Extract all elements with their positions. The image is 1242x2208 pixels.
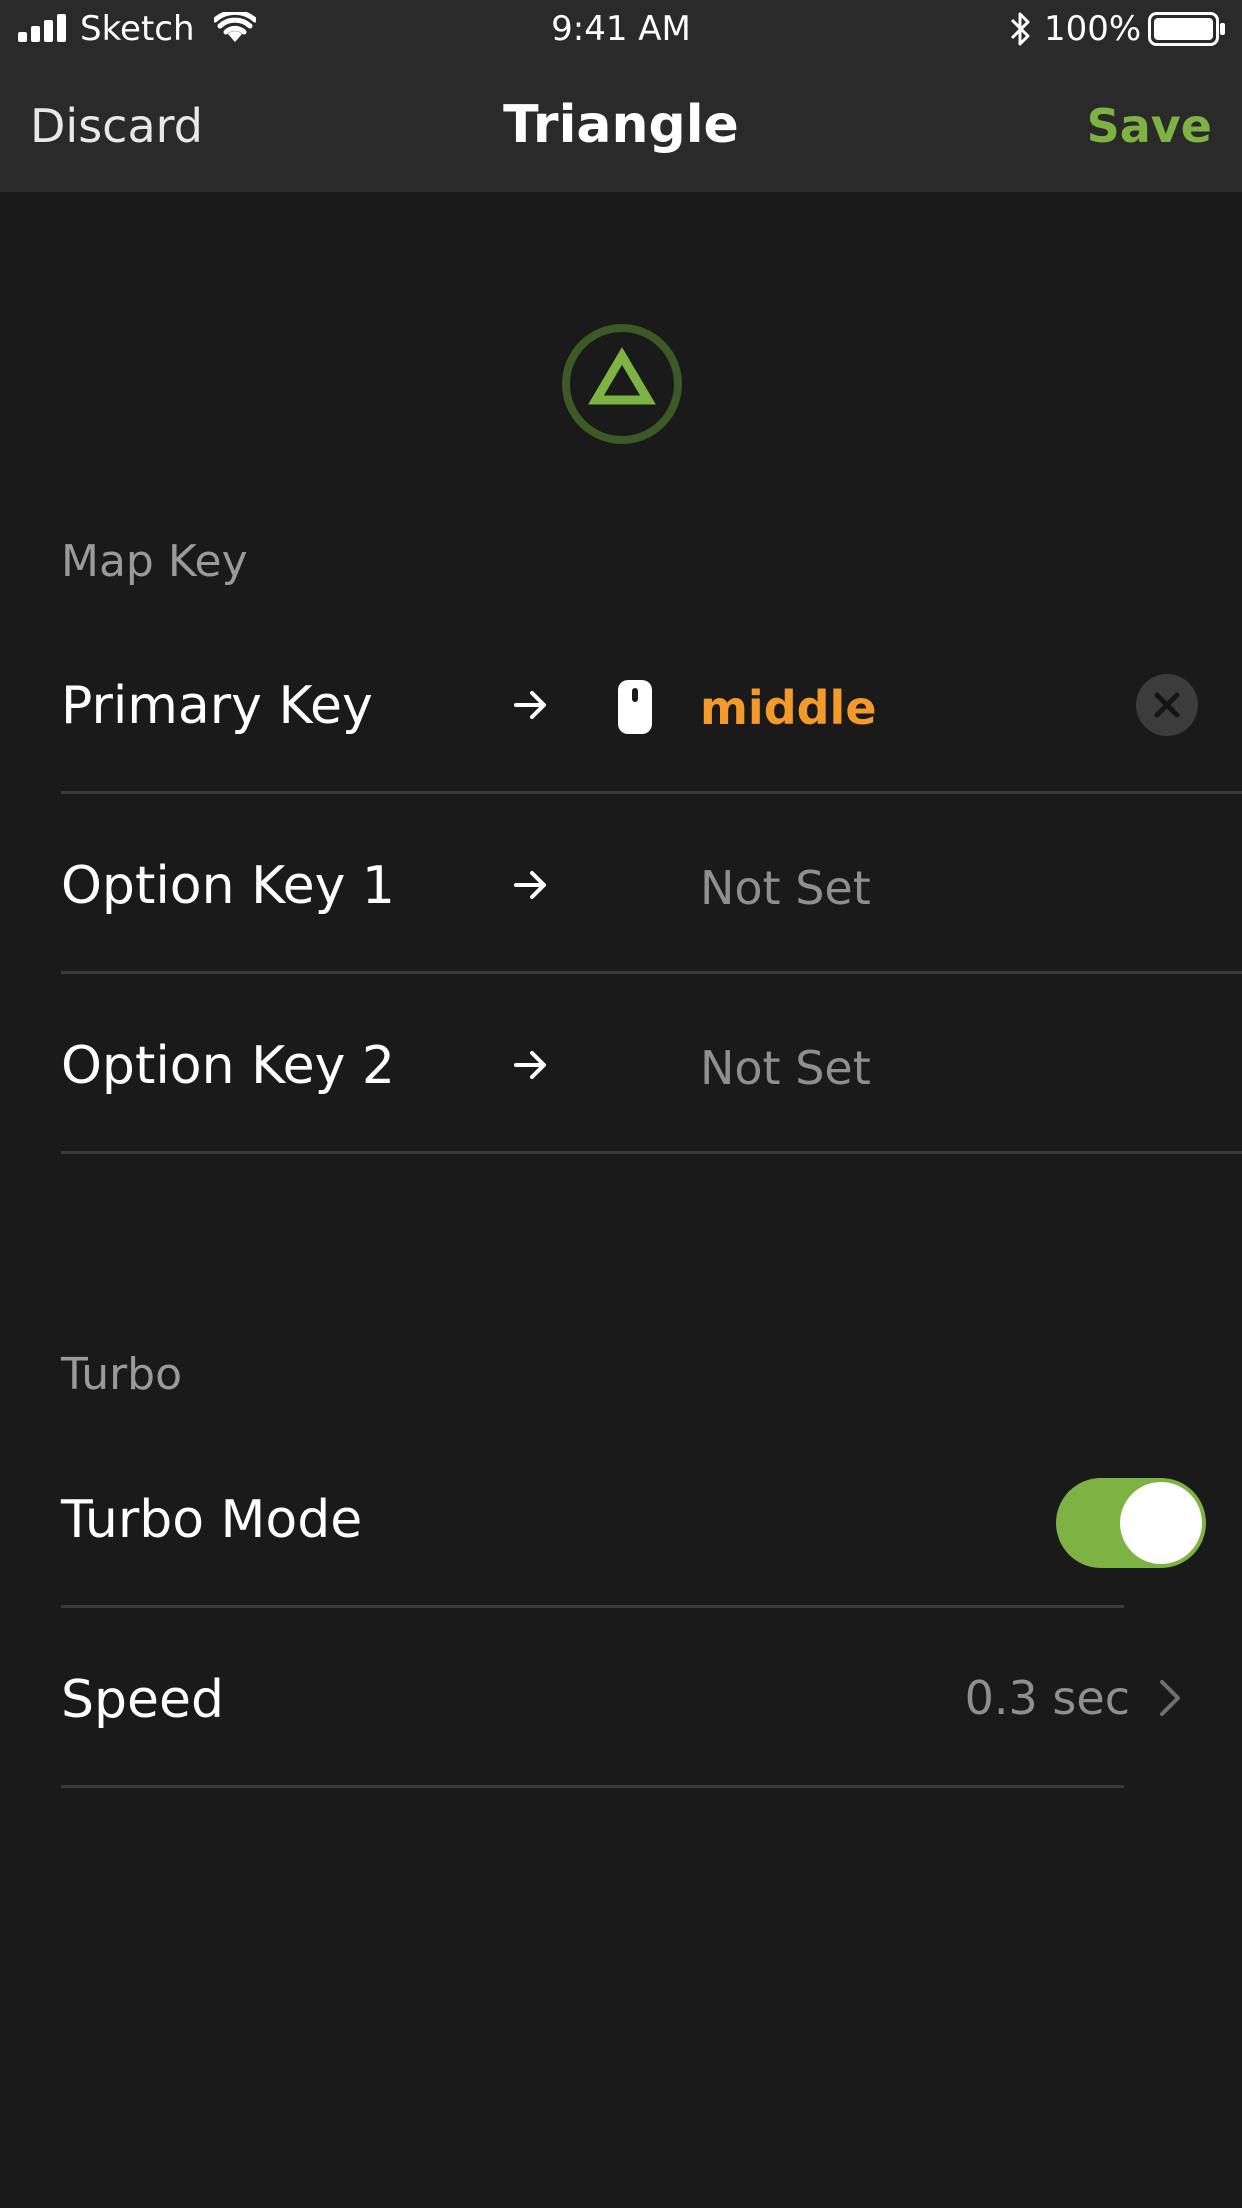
option-key-2-row[interactable]: Option Key 2 Not Set <box>0 974 1242 1154</box>
turbo-mode-label: Turbo Mode <box>61 1490 363 1550</box>
primary-key-label: Primary Key <box>61 676 373 736</box>
arrow-right-icon <box>514 691 546 719</box>
clear-button[interactable] <box>1136 674 1198 736</box>
divider <box>61 1785 1124 1788</box>
turbo-mode-row: Turbo Mode <box>0 1428 1242 1608</box>
primary-key-value: middle <box>700 681 877 735</box>
turbo-header: Turbo <box>61 1349 183 1400</box>
mouse-icon <box>618 680 652 734</box>
speed-value: 0.3 sec <box>964 1671 1130 1725</box>
option-key-1-row[interactable]: Option Key 1 Not Set <box>0 794 1242 974</box>
triangle-button-icon <box>562 324 682 444</box>
divider <box>61 1151 1242 1154</box>
option-key-2-value: Not Set <box>700 1041 871 1095</box>
navigation-bar: Discard Triangle Save <box>0 58 1242 192</box>
page-title: Triangle <box>503 95 739 155</box>
option-key-1-label: Option Key 1 <box>61 856 395 916</box>
option-key-1-value: Not Set <box>700 861 871 915</box>
turbo-mode-toggle[interactable] <box>1056 1478 1206 1568</box>
option-key-2-label: Option Key 2 <box>61 1036 395 1096</box>
arrow-right-icon <box>514 1051 546 1079</box>
bluetooth-icon <box>1010 12 1030 46</box>
arrow-right-icon <box>514 871 546 899</box>
battery-icon <box>1148 12 1225 46</box>
close-icon <box>1154 692 1180 718</box>
speed-row[interactable]: Speed 0.3 sec <box>0 1608 1242 1788</box>
toggle-knob <box>1120 1482 1202 1564</box>
status-bar: Sketch 9:41 AM 100% <box>0 0 1242 58</box>
speed-label: Speed <box>61 1670 225 1730</box>
battery-percent: 100% <box>1044 9 1142 49</box>
save-button[interactable]: Save <box>1087 98 1212 154</box>
primary-key-row[interactable]: Primary Key middle <box>0 614 1242 794</box>
chevron-right-icon <box>1160 1680 1180 1716</box>
map-key-header: Map Key <box>61 536 248 587</box>
